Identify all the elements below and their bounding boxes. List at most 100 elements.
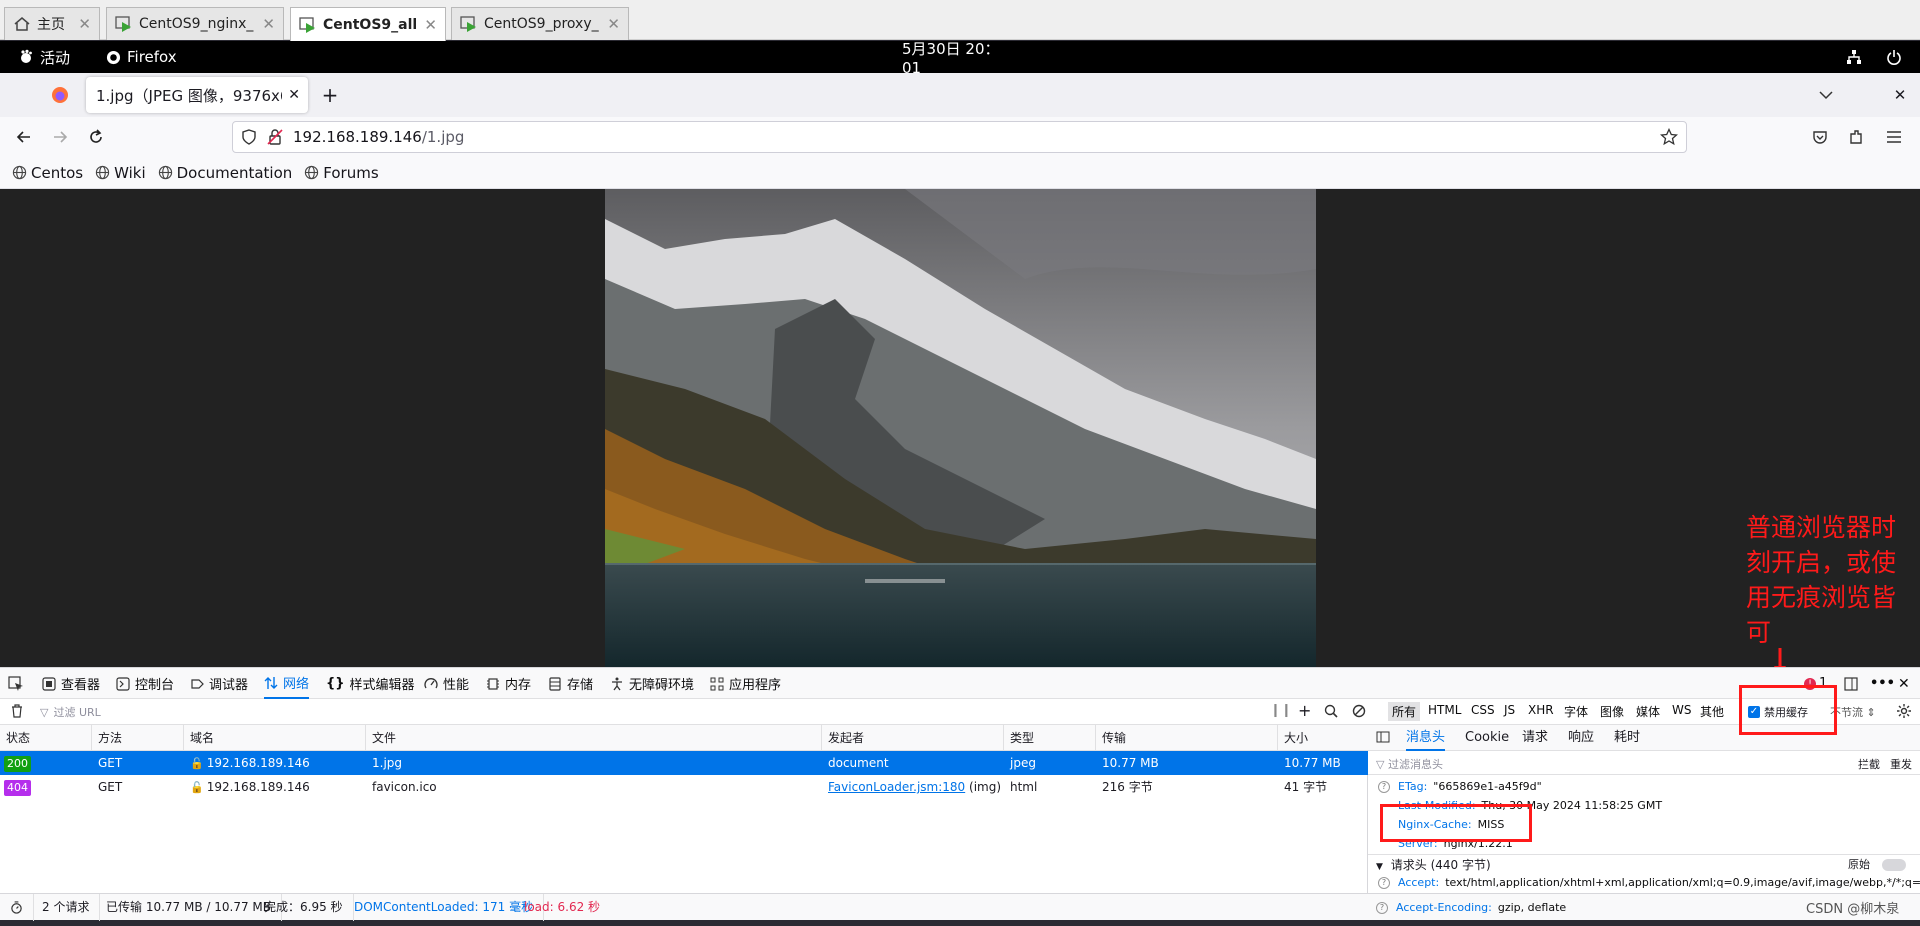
- status-badge: 404: [4, 780, 31, 796]
- dock-icon[interactable]: [1844, 668, 1863, 699]
- shield-icon[interactable]: [241, 129, 257, 145]
- resend-button[interactable]: 重发: [1890, 756, 1912, 772]
- col-method[interactable]: 方法: [92, 725, 184, 751]
- filter-images[interactable]: 图像: [1600, 703, 1624, 720]
- filter-js[interactable]: JS: [1504, 703, 1515, 717]
- col-status[interactable]: 状态: [0, 725, 92, 751]
- back-button[interactable]: [10, 123, 38, 151]
- close-icon[interactable]: ✕: [424, 16, 437, 34]
- col-transfer[interactable]: 传输: [1096, 725, 1278, 751]
- mountain-photo[interactable]: [605, 189, 1316, 667]
- tab-console[interactable]: 控制台: [116, 668, 174, 699]
- trash-icon[interactable]: [10, 704, 24, 718]
- block-icon[interactable]: [1352, 704, 1366, 718]
- tab-memory[interactable]: 内存: [486, 668, 531, 699]
- firefox-view-icon[interactable]: [46, 81, 74, 109]
- tab-inspector[interactable]: 查看器: [42, 668, 100, 699]
- vm-tab-all[interactable]: CentOS9_all_8 ✕: [290, 7, 446, 41]
- pause-icon[interactable]: ❙❙: [1270, 703, 1292, 718]
- tab-storage[interactable]: 存储: [548, 668, 593, 699]
- vm-tab-nginx[interactable]: CentOS9_nginx_7 ✕: [106, 7, 284, 40]
- col-type[interactable]: 类型: [1004, 725, 1096, 751]
- activities-button[interactable]: 活动: [18, 41, 70, 73]
- help-icon[interactable]: ?: [1376, 902, 1388, 914]
- bookmark-centos[interactable]: Centos: [12, 164, 83, 182]
- insecure-lock-icon[interactable]: [267, 129, 283, 145]
- bookmark-star-icon[interactable]: [1660, 128, 1678, 146]
- clock[interactable]: 5月30日 20：01: [902, 40, 1018, 77]
- headers-filter: ▽ 过滤消息头 拦截 重发: [1368, 751, 1920, 775]
- search-icon[interactable]: [1324, 704, 1338, 718]
- help-icon[interactable]: ?: [1378, 877, 1390, 889]
- network-icon[interactable]: [1846, 41, 1862, 73]
- tab-cookie[interactable]: Cookie: [1465, 725, 1509, 751]
- reload-button[interactable]: [82, 123, 110, 151]
- request-headers-section[interactable]: ▼ 请求头 (440 字节) 原始: [1368, 854, 1920, 874]
- collapse-triangle-icon[interactable]: ▼: [1376, 862, 1383, 872]
- response-header-etag: ? ETag: "665869e1-a45f9d": [1378, 777, 1542, 797]
- tab-performance[interactable]: 性能: [424, 668, 469, 699]
- close-icon[interactable]: ✕: [607, 15, 620, 33]
- close-devtools-icon[interactable]: ✕: [1898, 668, 1910, 699]
- filter-all[interactable]: 所有: [1388, 702, 1421, 721]
- filter-html[interactable]: HTML: [1428, 703, 1461, 717]
- tab-headers[interactable]: 消息头: [1406, 725, 1446, 751]
- pocket-icon[interactable]: [1806, 123, 1834, 151]
- close-tab-icon[interactable]: ✕: [288, 87, 300, 103]
- more-options-icon[interactable]: •••: [1870, 668, 1895, 699]
- request-headers-title: 请求头 (440 字节): [1390, 858, 1491, 872]
- tab-request[interactable]: 请求: [1522, 725, 1548, 751]
- forward-button[interactable]: [46, 123, 74, 151]
- col-size[interactable]: 大小: [1278, 725, 1368, 751]
- arrow-right-icon: [54, 131, 68, 143]
- close-window-icon[interactable]: ✕: [1886, 81, 1914, 109]
- vm-icon: [460, 16, 476, 32]
- filter-css[interactable]: CSS: [1471, 703, 1495, 717]
- vm-tab-home[interactable]: 主页 ✕: [4, 7, 100, 40]
- block-button[interactable]: 拦截: [1858, 756, 1880, 772]
- settings-gear-icon[interactable]: [1896, 703, 1912, 719]
- element-picker-icon[interactable]: [8, 668, 29, 699]
- tab-style-editor[interactable]: {} 样式编辑器: [326, 668, 415, 699]
- tab-response[interactable]: 响应: [1568, 725, 1594, 751]
- close-icon[interactable]: ✕: [262, 15, 275, 33]
- filter-xhr[interactable]: XHR: [1528, 703, 1554, 717]
- panel-toggle-icon[interactable]: [1376, 730, 1390, 744]
- col-file[interactable]: 文件: [366, 725, 822, 751]
- filter-media[interactable]: 媒体: [1636, 703, 1660, 720]
- browser-tab-active[interactable]: 1.jpg（JPEG 图像，9376x6334 像素） ✕: [86, 77, 308, 113]
- table-row[interactable]: 200 GET 🔓 192.168.189.146 1.jpg document …: [0, 751, 1368, 775]
- extensions-icon[interactable]: [1842, 123, 1870, 151]
- table-row[interactable]: 404 GET 🔓 192.168.189.146 favicon.ico Fav…: [0, 775, 1368, 799]
- bookmark-forums[interactable]: Forums: [304, 163, 379, 182]
- close-icon[interactable]: ✕: [78, 15, 91, 33]
- filter-other[interactable]: 其他: [1700, 703, 1724, 720]
- col-domain[interactable]: 域名: [184, 725, 366, 751]
- tab-network[interactable]: 网络: [264, 668, 310, 699]
- add-icon[interactable]: +: [1298, 701, 1311, 720]
- tab-timings[interactable]: 耗时: [1614, 725, 1640, 751]
- filter-fonts[interactable]: 字体: [1564, 703, 1588, 720]
- tab-application[interactable]: 应用程序: [710, 668, 781, 699]
- timer-icon[interactable]: [0, 894, 34, 921]
- raw-toggle[interactable]: [1882, 859, 1906, 871]
- bookmark-documentation[interactable]: Documentation: [158, 164, 292, 182]
- url-filter-input[interactable]: ▽ 过滤 URL: [40, 702, 1020, 722]
- list-tabs-icon[interactable]: [1812, 81, 1840, 109]
- tab-label: 控制台: [135, 678, 175, 693]
- menu-icon[interactable]: [1880, 123, 1908, 151]
- new-tab-icon[interactable]: +: [316, 81, 344, 109]
- app-menu[interactable]: Firefox: [106, 41, 177, 73]
- headers-filter-input[interactable]: ▽ 过滤消息头: [1376, 756, 1443, 772]
- bookmark-label: Forums: [323, 163, 379, 182]
- url-bar[interactable]: 192.168.189.146/1.jpg: [232, 121, 1687, 153]
- filter-ws[interactable]: WS: [1672, 703, 1691, 717]
- help-icon[interactable]: ?: [1378, 781, 1390, 793]
- col-initiator[interactable]: 发起者: [822, 725, 1004, 751]
- tab-accessibility[interactable]: 无障碍环境: [610, 668, 694, 699]
- bookmark-wiki[interactable]: Wiki: [95, 164, 146, 182]
- initiator-link[interactable]: FaviconLoader.jsm:180: [828, 780, 965, 794]
- vm-tab-proxy[interactable]: CentOS9_proxy_9 ✕: [451, 7, 629, 40]
- power-icon[interactable]: [1886, 41, 1902, 73]
- tab-debugger[interactable]: 调试器: [190, 668, 248, 699]
